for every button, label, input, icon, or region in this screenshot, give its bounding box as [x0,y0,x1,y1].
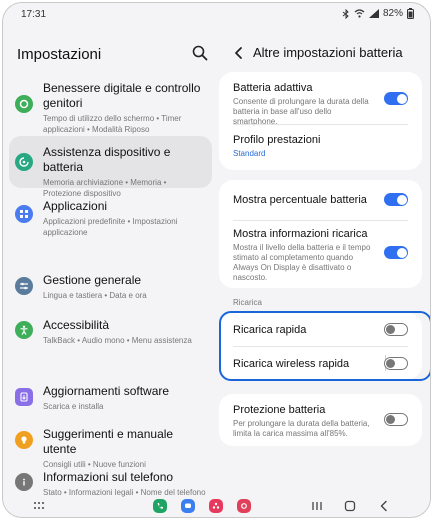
tips-icon [15,431,33,449]
charging-info-toggle[interactable] [384,246,408,259]
settings-card-protection: Protezione batteria Per prolungare la du… [219,394,422,446]
settings-card-display: Mostra percentuale batteria Mostra infor… [219,180,422,288]
menu-item-title: Accessibilità [43,318,110,332]
navigation-bar [3,493,430,517]
wellbeing-icon [15,95,33,113]
device-frame: 17:31 82% Impostazioni Benessere digital… [2,2,431,518]
wifi-icon [354,9,365,18]
menu-item-title: Informazioni sul telefono [43,470,174,484]
menu-item-title: Assistenza dispositivo e batteria [43,145,171,174]
status-icons: 82% [342,8,414,19]
menu-item-device-care[interactable]: Assistenza dispositivo e batteria Memori… [9,136,212,198]
back-arrow-icon[interactable] [231,45,247,61]
signal-icon [368,9,379,18]
menu-item-subtitle: Tempo di utilizzo dello schermo • Timer … [43,114,182,134]
charging-info-title: Mostra informazioni ricarica [233,228,368,240]
page-title: Altre impostazioni batteria [253,45,403,60]
battery-icon [407,8,414,19]
battery-percent: 82% [382,8,403,19]
battery-protection-title: Protezione batteria [233,404,326,416]
show-percentage-row[interactable]: Mostra percentuale batteria [233,193,374,207]
menu-item-subtitle: Applicazioni predefinite • Impostazioni … [43,217,178,237]
menu-item-title: Gestione generale [43,273,142,287]
menu-item-subtitle: TalkBack • Audio mono • Menu assistenza [43,336,192,345]
messages-app-icon[interactable] [181,499,195,513]
menu-item-title: Suggerimenti e manuale utente [43,427,174,456]
highlight-frame [219,311,430,381]
menu-item-subtitle: Lingua e tastiera • Data e ora [43,291,147,300]
menu-item-digital-wellbeing[interactable]: Benessere digitale e controllo genitori … [9,75,212,134]
adaptive-battery-toggle[interactable] [384,92,408,105]
performance-profile-title: Profilo prestazioni [233,134,321,146]
show-percentage-toggle[interactable] [384,193,408,206]
bixby-app-icon[interactable] [209,499,223,513]
menu-item-applications[interactable]: Applicazioni Applicazioni predefinite • … [9,191,212,237]
show-percentage-title: Mostra percentuale batteria [233,194,367,206]
adaptive-battery-title: Batteria adattiva [233,82,313,94]
charging-info-row[interactable]: Mostra informazioni ricarica Mostra il l… [233,227,374,283]
camera-app-icon[interactable] [237,499,251,513]
menu-item-title: Aggiornamenti software [43,384,170,398]
divider [233,220,408,221]
accessibility-icon [15,321,33,339]
battery-protection-toggle[interactable] [384,413,408,426]
status-time: 17:31 [21,9,47,20]
menu-item-general-management[interactable]: Gestione generale Lingua e tastiera • Da… [9,267,212,305]
battery-settings-panel: Altre impostazioni batteria Batteria ada… [219,25,430,495]
app-drawer-icon[interactable] [33,501,45,511]
menu-item-software-update[interactable]: Aggiornamenti software Scarica e install… [9,378,212,416]
charging-info-description: Mostra il livello della batteria e il te… [233,243,371,282]
settings-title: Impostazioni [17,46,102,63]
phone-app-icon[interactable] [153,499,167,513]
home-icon[interactable] [344,500,356,512]
charging-section-label: Ricarica [233,298,262,307]
back-icon[interactable] [378,500,390,512]
software-update-icon [15,388,33,406]
menu-item-tips-manual[interactable]: Suggerimenti e manuale utente Consigli u… [9,421,212,469]
battery-protection-description: Per prolungare la durata della batteria,… [233,419,370,438]
divider [233,124,408,125]
sliders-icon [15,277,33,295]
menu-item-title: Applicazioni [43,199,108,213]
menu-item-title: Benessere digitale e controllo genitori [43,81,201,110]
search-icon[interactable] [191,44,209,62]
settings-card-adaptive: Batteria adattiva Consente di prolungare… [219,72,422,170]
adaptive-battery-description: Consente di prolungare la durata della b… [233,97,369,126]
adaptive-battery-row[interactable]: Batteria adattiva Consente di prolungare… [233,81,374,127]
menu-item-subtitle: Scarica e installa [43,402,104,411]
apps-icon [15,205,33,223]
settings-list-panel: Impostazioni Benessere digitale e contro… [3,25,219,497]
status-bar: 17:31 82% [3,3,430,25]
menu-item-accessibility[interactable]: Accessibilità TalkBack • Audio mono • Me… [9,313,212,351]
bluetooth-icon [342,8,349,19]
recent-apps-icon[interactable] [311,500,323,512]
battery-protection-row[interactable]: Protezione batteria Per prolungare la du… [233,403,374,439]
phone-info-icon [15,473,33,491]
performance-profile-row[interactable]: Profilo prestazioni Standard [233,133,408,159]
device-care-icon [15,153,33,171]
performance-profile-value: Standard [233,149,266,158]
